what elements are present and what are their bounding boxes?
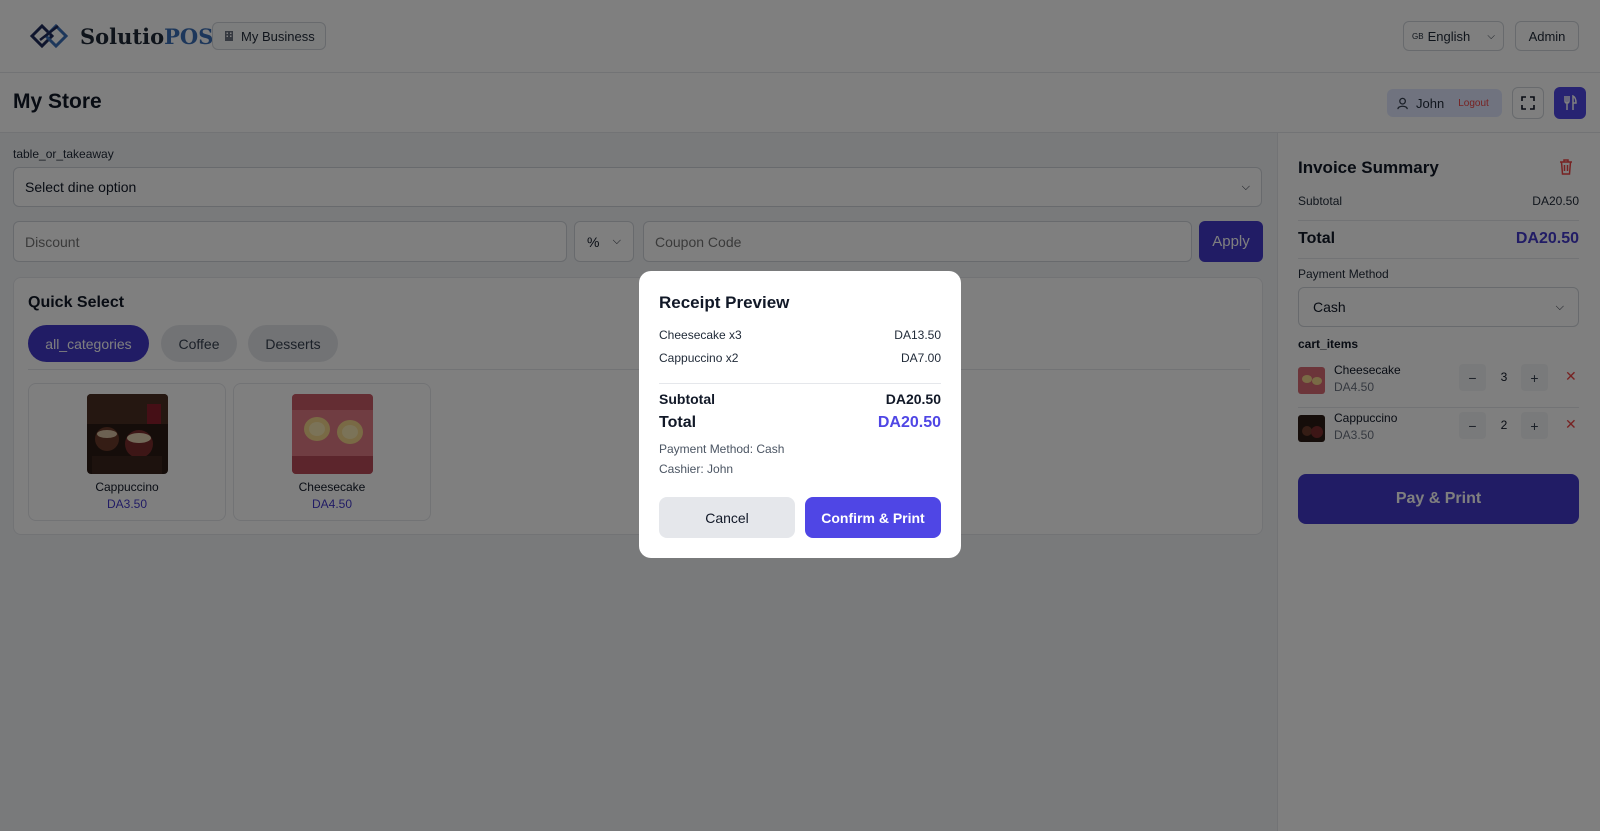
receipt-line-label: Cheesecake x3 [659,328,742,342]
receipt-subtotal-value: DA20.50 [885,391,941,407]
receipt-line-label: Cappuccino x2 [659,351,739,365]
receipt-line: Cheesecake x3 DA13.50 [659,328,941,342]
receipt-line-value: DA13.50 [894,328,941,342]
receipt-cashier: Cashier: John [659,462,734,476]
dialog-title: Receipt Preview [659,293,790,312]
receipt-subtotal-row: Subtotal DA20.50 [659,391,941,407]
receipt-line: Cappuccino x2 DA7.00 [659,351,941,365]
receipt-payment-method: Payment Method: Cash [659,442,785,456]
receipt-total-label: Total [659,414,697,431]
receipt-total-value: DA20.50 [877,414,941,431]
receipt-total-row: Total DA20.50 [659,414,941,432]
divider [659,383,941,384]
confirm-print-button[interactable]: Confirm & Print [805,497,941,538]
receipt-line-value: DA7.00 [900,351,941,365]
receipt-subtotal-label: Subtotal [659,391,715,407]
cancel-button[interactable]: Cancel [659,497,795,538]
receipt-preview-dialog: Receipt Preview Cheesecake x3 DA13.50 Ca… [639,271,961,558]
